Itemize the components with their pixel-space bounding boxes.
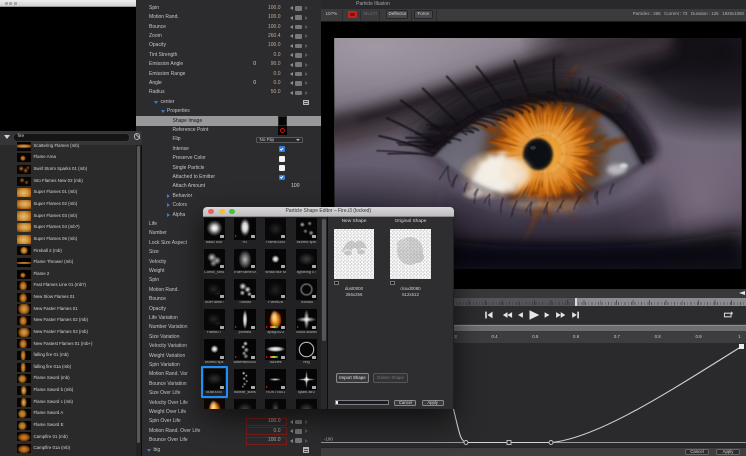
svg-text:-100: -100 xyxy=(324,436,333,441)
